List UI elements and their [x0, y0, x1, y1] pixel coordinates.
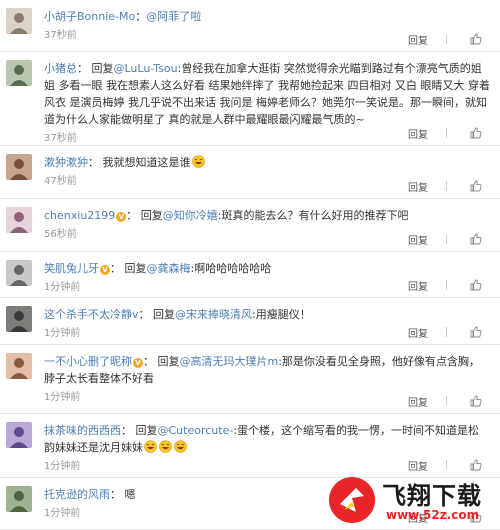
comment-prefix: ： 我就想知道这是谁	[88, 156, 191, 169]
avatar[interactable]	[6, 422, 32, 448]
like-button[interactable]	[470, 233, 482, 245]
action-divider	[446, 396, 447, 406]
like-button[interactable]	[470, 33, 482, 45]
like-button[interactable]	[470, 127, 482, 139]
laughing-emoji-icon	[174, 440, 187, 453]
thumbs-up-icon	[470, 326, 482, 338]
comment-prefix: ： 回复	[138, 308, 176, 321]
mention-link[interactable]: @高清无玛大璞片m	[180, 355, 279, 368]
comment-text: chenxiu2199 V： 回复@知你冷嬉:斑真的能去么？有什么好用的推荐下吧	[44, 207, 490, 224]
comment-item: 一不小心删了昵称 V： 回复@高清无玛大璞片m:那是你没看见全身照，他好像有点含胸…	[0, 345, 500, 414]
comment-prefix: ： 嗯	[110, 488, 136, 501]
comment-prefix: ： 回复	[110, 262, 147, 275]
comment-username[interactable]: 笑肌兔儿牙	[44, 262, 99, 275]
action-divider	[446, 34, 447, 44]
avatar[interactable]	[6, 60, 32, 86]
like-button[interactable]	[470, 326, 482, 338]
action-divider	[446, 128, 447, 138]
watermark-logo-icon	[329, 477, 375, 523]
comment-text: 漱狆漱狆： 我就想知道这是谁	[44, 154, 490, 171]
reply-button[interactable]: 回复	[408, 325, 428, 340]
reply-button[interactable]: 回复	[408, 278, 428, 293]
thumbs-up-icon	[470, 127, 482, 139]
comment-username[interactable]: 一不小心删了昵称	[44, 355, 132, 368]
comment-prefix: ： 回复	[126, 209, 163, 222]
comment-username[interactable]: 抹茶味的西西西	[44, 424, 121, 437]
comment-text: 小猪总： 回复@LuLu-Tsou:曾经我在加拿大逛街 突然觉得余光瞄到路过有个…	[44, 60, 490, 128]
comment-text: 笑肌兔儿牙 V： 回复@龚森梅:啊哈哈哈哈哈哈	[44, 260, 490, 277]
comment-body: :用瘦腿仪！	[252, 308, 311, 321]
comment-item: 小胡子Bonnie-Mo：@阿菲了啦 37秒前 回复	[0, 0, 500, 52]
mention-link[interactable]: @LuLu-Tsou	[114, 62, 178, 75]
comment-item: chenxiu2199 V： 回复@知你冷嬉:斑真的能去么？有什么好用的推荐下吧 5…	[0, 199, 500, 252]
comment-prefix: ：	[135, 10, 147, 23]
vip-badge-icon: V	[100, 265, 110, 275]
comment-item: 漱狆漱狆： 我就想知道这是谁 47秒前 回复	[0, 146, 500, 199]
watermark-url: www.52z.com	[386, 508, 480, 522]
reply-button[interactable]: 回复	[408, 232, 428, 247]
action-divider	[446, 181, 447, 191]
avatar[interactable]	[6, 306, 32, 332]
action-divider	[446, 327, 447, 337]
comment-item: 小猪总： 回复@LuLu-Tsou:曾经我在加拿大逛街 突然觉得余光瞄到路过有个…	[0, 52, 500, 146]
mention-link[interactable]: @龚森梅	[147, 262, 191, 275]
like-button[interactable]	[470, 395, 482, 407]
reply-button[interactable]: 回复	[408, 458, 428, 473]
comment-body: :啊哈哈哈哈哈哈	[190, 262, 272, 275]
thumbs-up-icon	[470, 459, 482, 471]
laughing-emoji-icon	[159, 440, 172, 453]
comment-username[interactable]: 小猪总	[44, 62, 77, 75]
like-button[interactable]	[470, 459, 482, 471]
comment-prefix: ： 回复	[77, 62, 114, 75]
comment-item: 这个杀手不太冷静v： 回复@宋来捧晓清风:用瘦腿仪！ 1分钟前 回复	[0, 298, 500, 345]
reply-button[interactable]: 回复	[408, 394, 428, 409]
thumbs-up-icon	[470, 279, 482, 291]
action-divider	[446, 280, 447, 290]
watermark-brand: 飞翔下载	[382, 482, 482, 510]
action-divider	[446, 234, 447, 244]
comment-item: 笑肌兔儿牙 V： 回复@龚森梅:啊哈哈哈哈哈哈 1分钟前 回复	[0, 252, 500, 298]
mention-link[interactable]: @Cuteorcute-	[158, 424, 234, 437]
avatar[interactable]	[6, 154, 32, 180]
reply-button[interactable]: 回复	[408, 32, 428, 47]
avatar[interactable]	[6, 486, 32, 512]
comment-text: 这个杀手不太冷静v： 回复@宋来捧晓清风:用瘦腿仪！	[44, 306, 490, 323]
laughing-emoji-icon	[144, 440, 157, 453]
comment-text: 小胡子Bonnie-Mo：@阿菲了啦	[44, 8, 490, 25]
mention-link[interactable]: @宋来捧晓清风	[175, 308, 252, 321]
comment-username[interactable]: 托克逊的风雨	[44, 488, 110, 501]
reply-button[interactable]: 回复	[408, 126, 428, 141]
thumbs-up-icon	[470, 395, 482, 407]
avatar[interactable]	[6, 353, 32, 379]
comment-text: 一不小心删了昵称 V： 回复@高清无玛大璞片m:那是你没看见全身照，他好像有点含胸…	[44, 353, 490, 387]
avatar[interactable]	[6, 8, 32, 34]
mention-link[interactable]: @阿菲了啦	[146, 10, 201, 23]
comment-item: 抹茶味的西西西： 回复@Cuteorcute-:蛋个楼，这个缩写看的我一愣，一时…	[0, 414, 500, 478]
like-button[interactable]	[470, 180, 482, 192]
action-divider	[446, 460, 447, 470]
reply-button[interactable]: 回复	[408, 179, 428, 194]
thumbs-up-icon	[470, 180, 482, 192]
comment-username[interactable]: chenxiu2199	[44, 209, 115, 222]
comment-body: :斑真的能去么？有什么好用的推荐下吧	[217, 209, 409, 222]
comment-prefix: ： 回复	[143, 355, 180, 368]
thumbs-up-icon	[470, 233, 482, 245]
comment-prefix: ： 回复	[121, 424, 158, 437]
comment-username[interactable]: 这个杀手不太冷静v	[44, 308, 139, 321]
avatar[interactable]	[6, 207, 32, 233]
like-button[interactable]	[470, 279, 482, 291]
mention-link[interactable]: @知你冷嬉	[163, 209, 218, 222]
vip-badge-icon: V	[133, 358, 143, 368]
comment-username[interactable]: 小胡子Bonnie-Mo	[44, 10, 135, 23]
comment-text: 抹茶味的西西西： 回复@Cuteorcute-:蛋个楼，这个缩写看的我一愣，一时…	[44, 422, 490, 456]
site-watermark: 飞翔下载 www.52z.com	[326, 474, 494, 526]
comment-username[interactable]: 漱狆漱狆	[44, 156, 88, 169]
laughing-emoji-icon	[191, 155, 205, 168]
vip-badge-icon: V	[116, 212, 127, 222]
avatar[interactable]	[6, 260, 32, 286]
thumbs-up-icon	[470, 33, 482, 45]
